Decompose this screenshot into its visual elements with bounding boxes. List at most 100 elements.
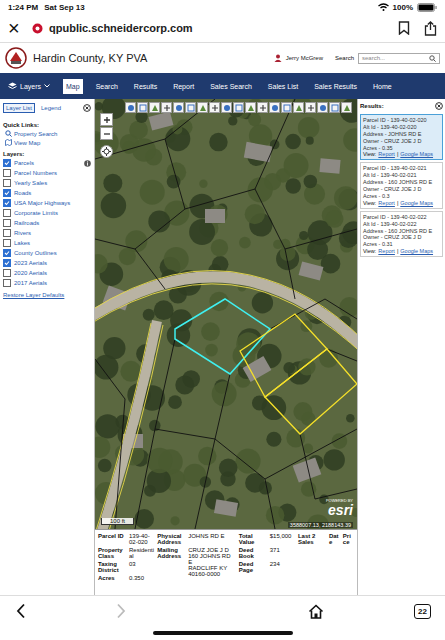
quick-link[interactable]: Property Search: [3, 130, 91, 137]
map-tool-button[interactable]: [341, 102, 352, 113]
nav-item[interactable]: Sales Search: [207, 79, 255, 94]
layer-checkbox[interactable]: [3, 229, 11, 237]
layer-row[interactable]: Roads: [3, 189, 91, 197]
layer-checkbox[interactable]: [3, 219, 11, 227]
info-icon[interactable]: [84, 160, 91, 167]
map-tool-button[interactable]: [221, 102, 232, 113]
result-item[interactable]: Parcel ID - 139-40-02-022Alt Id - 139-40…: [360, 211, 443, 257]
collapse-icon[interactable]: [83, 104, 91, 112]
nav-item[interactable]: Home: [370, 79, 395, 94]
esri-attribution: POWERED BY esri: [326, 499, 353, 517]
map-view[interactable]: 100 ft POWERED BY esri 3588007.13, 21881…: [95, 99, 357, 529]
user-name[interactable]: Jerry McGrew: [286, 55, 323, 61]
result-item[interactable]: Parcel ID - 139-40-02-020Alt Id - 139-40…: [360, 114, 443, 160]
layer-row[interactable]: Yearly Sales: [3, 179, 91, 187]
layer-row[interactable]: 2023 Aerials: [3, 259, 91, 267]
map-tool-button[interactable]: [197, 102, 208, 113]
quick-link[interactable]: View Map: [3, 139, 91, 146]
nav-item[interactable]: Layers: [5, 78, 53, 94]
panel-tab[interactable]: Legend: [39, 104, 63, 112]
layer-row[interactable]: 2020 Aerials: [3, 269, 91, 277]
tabs-button[interactable]: 22: [414, 604, 431, 619]
result-line: Acres - 0.31: [363, 241, 440, 248]
nav-item[interactable]: Sales List: [265, 79, 301, 94]
address-field[interactable]: qpublic.schneidercorp.com: [32, 22, 388, 34]
layer-row[interactable]: Corporate Limits: [3, 209, 91, 217]
aerial-map[interactable]: [95, 99, 357, 529]
collapse-icon[interactable]: [435, 102, 443, 110]
selected-parcel[interactable]: [175, 299, 270, 374]
result-parcel[interactable]: [240, 314, 327, 397]
nav-item[interactable]: Report: [170, 79, 197, 94]
layer-row[interactable]: Lakes: [3, 239, 91, 247]
layer-row[interactable]: County Outlines: [3, 249, 91, 257]
map-tool-button[interactable]: [149, 102, 160, 113]
map-tool-button[interactable]: [269, 102, 280, 113]
layer-row[interactable]: Parcels: [3, 159, 91, 167]
minus-icon: [103, 130, 111, 138]
back-icon[interactable]: [16, 603, 26, 619]
detail-value: JOHNS RD E: [188, 533, 236, 545]
layer-row[interactable]: 2017 Aerials: [3, 279, 91, 287]
layer-checkbox[interactable]: [3, 189, 11, 197]
map-tool-button[interactable]: [161, 102, 172, 113]
layer-checkbox[interactable]: [3, 279, 11, 287]
layer-label: County Outlines: [14, 250, 57, 256]
result-line: Parcel ID - 139-40-02-020: [363, 117, 440, 124]
forward-icon[interactable]: [116, 603, 126, 619]
map-tool-button[interactable]: [329, 102, 340, 113]
layer-checkbox[interactable]: [3, 169, 11, 177]
map-tool-button[interactable]: [137, 102, 148, 113]
map-tool-button[interactable]: [233, 102, 244, 113]
nav-item[interactable]: Map: [63, 79, 83, 94]
map-tool-button[interactable]: [305, 102, 316, 113]
layer-checkbox[interactable]: [3, 239, 11, 247]
result-link[interactable]: Google Maps: [400, 151, 433, 157]
nav-item[interactable]: Sales Results: [311, 79, 360, 94]
layer-checkbox[interactable]: [3, 209, 11, 217]
close-button[interactable]: ×: [8, 18, 22, 38]
zoom-in-button[interactable]: [100, 113, 113, 126]
home-icon[interactable]: [308, 604, 324, 619]
result-link[interactable]: Google Maps: [400, 200, 433, 206]
nav-item[interactable]: Results: [131, 79, 160, 94]
result-parcel[interactable]: [265, 349, 357, 434]
map-tool-button[interactable]: [281, 102, 292, 113]
county-logo-icon: [5, 47, 27, 69]
map-tool-button[interactable]: [245, 102, 256, 113]
layer-checkbox[interactable]: [3, 179, 11, 187]
layer-checkbox[interactable]: [3, 199, 11, 207]
search-icon[interactable]: [429, 55, 436, 62]
search-input[interactable]: search...: [358, 53, 440, 64]
bookmark-icon[interactable]: [398, 21, 410, 35]
map-tool-button[interactable]: [125, 102, 136, 113]
layer-row[interactable]: USA Major Highways: [3, 199, 91, 207]
layer-checkbox[interactable]: [3, 159, 11, 167]
restore-defaults-link[interactable]: Restore Layer Defaults: [3, 292, 91, 298]
panel-tab[interactable]: Layer List: [3, 103, 35, 113]
battery-icon: [417, 3, 437, 12]
layer-label: Parcels: [14, 160, 34, 166]
layer-row[interactable]: Railroads: [3, 219, 91, 227]
result-item[interactable]: Parcel ID - 139-40-02-021Alt Id - 139-40…: [360, 162, 443, 208]
map-tool-button[interactable]: [185, 102, 196, 113]
layer-checkbox[interactable]: [3, 249, 11, 257]
nav-item[interactable]: Search: [93, 79, 121, 94]
map-tool-button[interactable]: [317, 102, 328, 113]
map-tool-button[interactable]: [257, 102, 268, 113]
share-icon[interactable]: [424, 21, 437, 36]
layer-checkbox[interactable]: [3, 259, 11, 267]
result-link[interactable]: Report: [378, 151, 395, 157]
detail-value: CRUZ JOE J D160 JOHNS RD ERADCLIFF KY 40…: [188, 547, 236, 577]
result-link[interactable]: Google Maps: [400, 248, 433, 254]
result-link[interactable]: Report: [378, 200, 395, 206]
map-tool-button[interactable]: [209, 102, 220, 113]
layer-row[interactable]: Rivers: [3, 229, 91, 237]
locate-button[interactable]: [100, 145, 113, 158]
map-tool-button[interactable]: [293, 102, 304, 113]
result-link[interactable]: Report: [378, 248, 395, 254]
layer-checkbox[interactable]: [3, 269, 11, 277]
map-tool-button[interactable]: [173, 102, 184, 113]
zoom-out-button[interactable]: [100, 127, 113, 140]
layer-row[interactable]: Parcel Numbers: [3, 169, 91, 177]
